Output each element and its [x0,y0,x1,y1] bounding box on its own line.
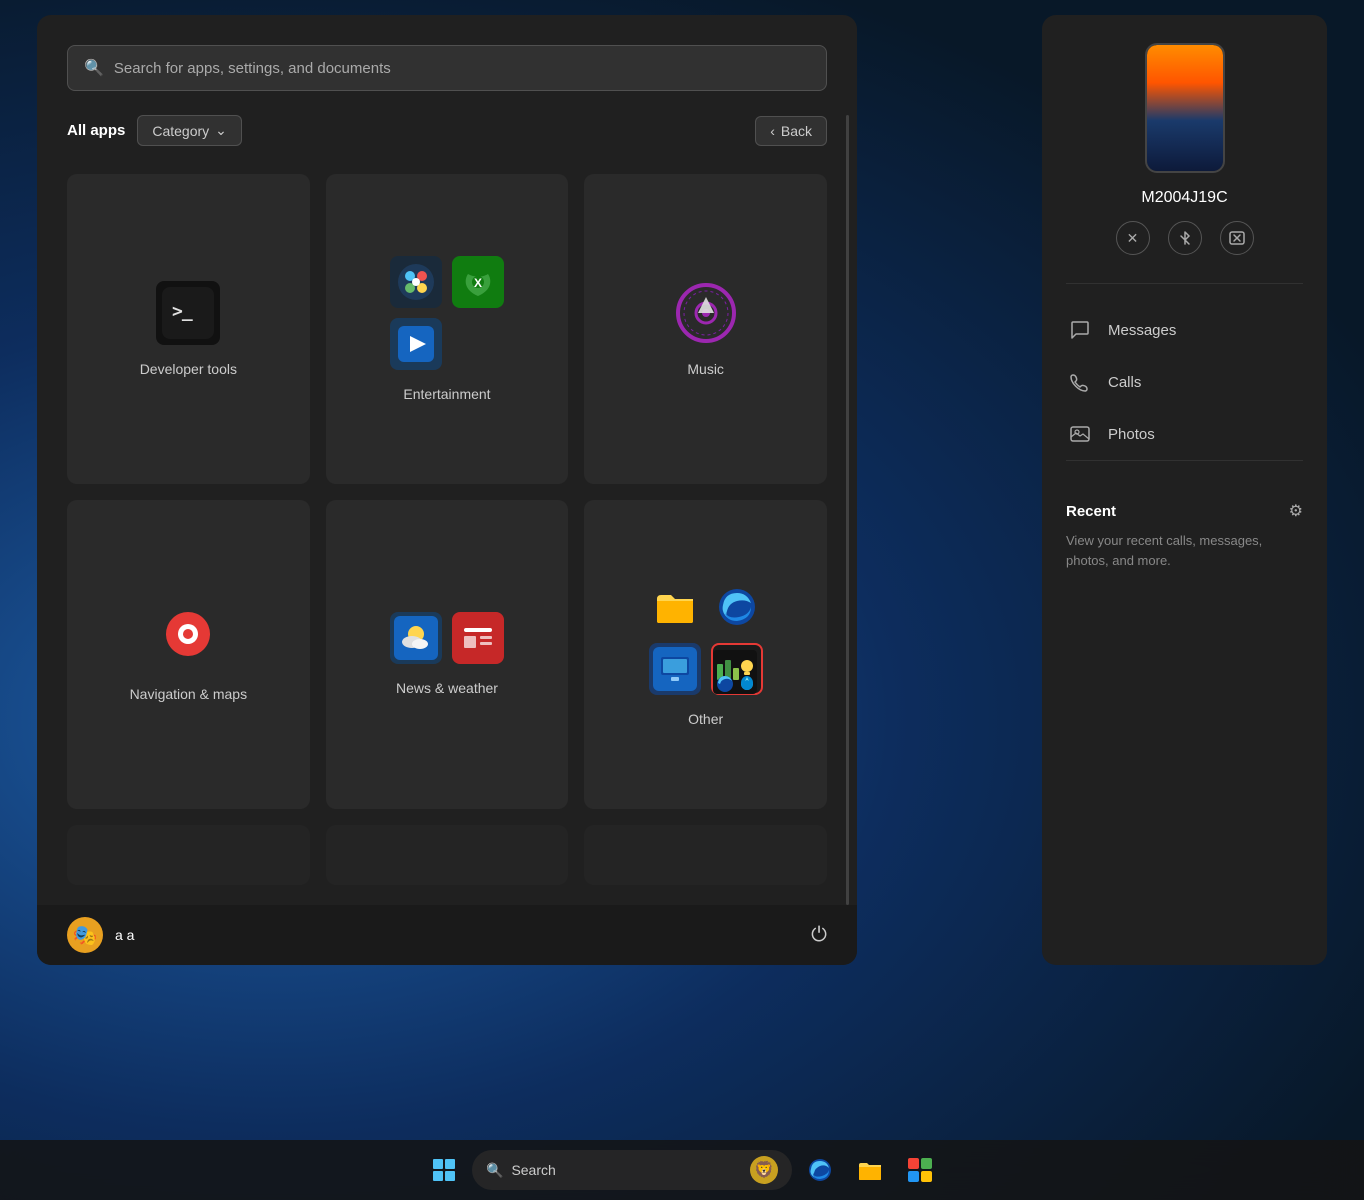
phone-dismiss-button[interactable] [1220,221,1254,255]
avatar: 🎭 [67,917,103,953]
taskbar-store-button[interactable] [898,1148,942,1192]
taskbar-edge-button[interactable] [798,1148,842,1192]
news-icon [452,612,504,664]
tile-news-weather[interactable]: News & weather [326,500,569,810]
divider-2 [1066,460,1303,461]
phone-close-button[interactable]: ✕ [1116,221,1150,255]
paint-icon [390,256,442,308]
phone-bluetooth-button[interactable] [1168,221,1202,255]
tile-partial-2 [326,825,569,885]
gear-icon[interactable]: ⚙ [1289,501,1303,521]
music-icon [674,281,738,345]
app-search-bar[interactable]: 🔍 Search for apps, settings, and documen… [67,45,827,91]
tile-other-label: Other [688,711,723,727]
user-bar: 🎭 a a ⏻ [37,905,857,965]
phone-panel: M2004J19C ✕ Messages [1042,15,1327,965]
all-apps-label[interactable]: All apps [67,122,125,139]
back-button[interactable]: ‹ Back [755,116,827,146]
tile-music[interactable]: Music [584,174,827,484]
taskbar-search-text: Search [511,1162,555,1178]
search-icon: 🔍 [84,58,104,78]
start-button[interactable] [422,1148,466,1192]
tile-navigation-label: Navigation & maps [130,686,248,702]
messages-label: Messages [1108,322,1176,339]
taskbar-search-icon: 🔍 [486,1162,503,1179]
taskbar-center: 🔍 Search 🦁 [422,1148,942,1192]
tile-entertainment[interactable]: X Entertainment [326,174,569,484]
photos-icon [1066,420,1094,448]
multi-app-cluster-icon [711,643,763,695]
start-menu: 🔍 Search for apps, settings, and documen… [37,15,857,965]
edge-icon [711,581,763,633]
xbox-icon: X [452,256,504,308]
recent-section: Recent ⚙ View your recent calls, message… [1066,501,1303,570]
terminal-icon: >_ [156,281,220,345]
category-dropdown[interactable]: Category ⌄ [137,115,242,146]
weather-icon [390,612,442,664]
chevron-left-icon: ‹ [770,123,775,139]
entertainment-icons: X [390,256,504,370]
taskbar-search[interactable]: 🔍 Search 🦁 [472,1150,792,1190]
messages-icon [1066,316,1094,344]
tile-navigation-maps[interactable]: Navigation & maps [67,500,310,810]
power-button[interactable]: ⏻ [811,924,827,947]
tile-news-weather-label: News & weather [396,680,498,696]
device-name: M2004J19C [1066,189,1303,207]
svg-text:>_: >_ [172,301,193,322]
tile-partial-1 [67,825,310,885]
phone-image [1145,43,1225,173]
phone-screen [1147,45,1223,171]
user-name: a a [115,927,134,943]
scroll-indicator [846,115,849,905]
calls-label: Calls [1108,374,1141,391]
maps-icon [156,606,220,670]
chevron-down-icon: ⌄ [215,122,227,139]
news-weather-icons [390,612,504,664]
menu-item-messages[interactable]: Messages [1066,304,1303,356]
search-lion-icon: 🦁 [750,1156,778,1184]
menu-item-calls[interactable]: Calls [1066,356,1303,408]
divider-1 [1066,283,1303,284]
taskbar: 🔍 Search 🦁 [0,1140,1364,1200]
svg-text:X: X [474,276,482,290]
tile-other[interactable]: Other [584,500,827,810]
user-info[interactable]: 🎭 a a [67,917,134,953]
folder-yellow-icon [649,581,701,633]
calls-icon [1066,368,1094,396]
phone-actions: ✕ [1066,221,1303,255]
search-placeholder: Search for apps, settings, and documents [114,60,391,77]
movie-maker-icon [390,318,442,370]
recent-description: View your recent calls, messages, photos… [1066,531,1303,570]
windows-logo-icon [433,1159,455,1181]
taskbar-explorer-button[interactable] [848,1148,892,1192]
other-icons [649,581,763,695]
tile-developer-tools[interactable]: >_ Developer tools [67,174,310,484]
tile-partial-3 [584,825,827,885]
tile-developer-tools-label: Developer tools [140,361,237,377]
recent-header: Recent ⚙ [1066,501,1303,521]
photos-label: Photos [1108,426,1155,443]
menu-item-photos[interactable]: Photos [1066,408,1303,460]
tile-entertainment-label: Entertainment [403,386,490,402]
app-grid: >_ Developer tools [67,174,827,809]
filter-row: All apps Category ⌄ ‹ Back [67,115,827,146]
recent-title: Recent [1066,503,1116,520]
tile-music-label: Music [687,361,724,377]
remote-desktop-icon [649,643,701,695]
